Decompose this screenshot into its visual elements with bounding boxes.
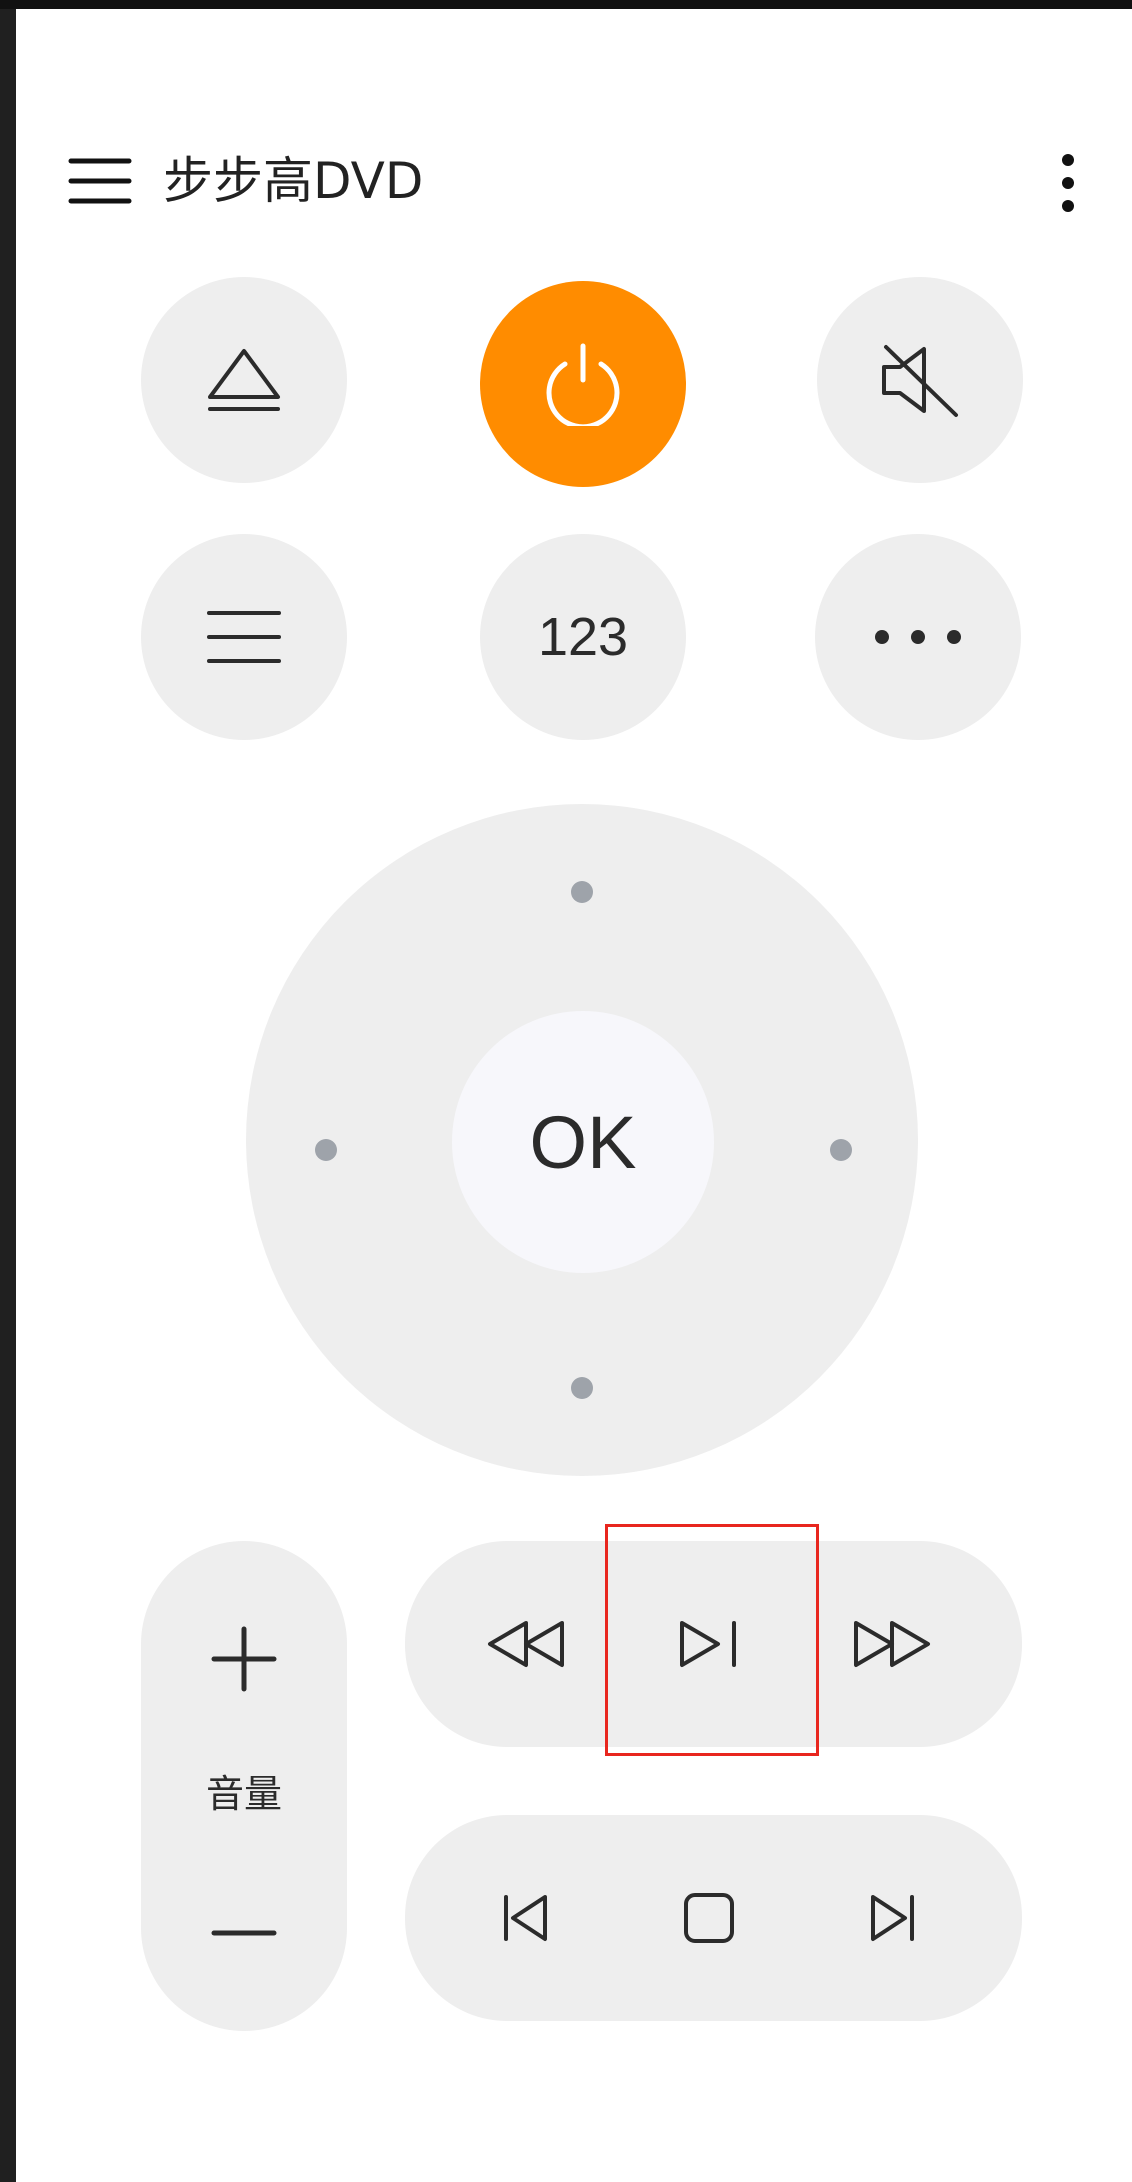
minus-icon xyxy=(211,1929,277,1937)
numbers-label: 123 xyxy=(537,607,629,667)
dpad-right-dot xyxy=(830,1139,852,1161)
volume-down-button[interactable] xyxy=(191,1883,297,1983)
menu-lines-icon xyxy=(206,609,282,665)
mute-button[interactable] xyxy=(817,277,1023,483)
play-pause-icon xyxy=(678,1619,740,1669)
device-bezel-top xyxy=(0,0,1132,9)
rewind-button[interactable] xyxy=(451,1569,601,1719)
skip-previous-icon xyxy=(501,1893,551,1943)
eject-icon xyxy=(206,345,282,415)
play-pause-button[interactable] xyxy=(634,1569,784,1719)
fast-forward-button[interactable] xyxy=(817,1569,967,1719)
numbers-button[interactable]: 123 xyxy=(480,534,686,740)
dpad-left-dot xyxy=(315,1139,337,1161)
fast-forward-icon xyxy=(852,1619,932,1669)
stop-icon xyxy=(683,1892,735,1944)
rewind-icon xyxy=(486,1619,566,1669)
dpad-up-button[interactable] xyxy=(492,819,672,969)
hamburger-menu-icon[interactable] xyxy=(68,155,132,207)
previous-button[interactable] xyxy=(451,1843,601,1993)
more-options-button[interactable] xyxy=(815,534,1021,740)
dpad-right-button[interactable] xyxy=(754,1060,904,1240)
dpad-down-button[interactable] xyxy=(492,1307,672,1457)
next-button[interactable] xyxy=(817,1843,967,1993)
power-button[interactable] xyxy=(480,281,686,487)
plus-icon xyxy=(211,1626,277,1692)
ok-button[interactable]: OK xyxy=(452,1011,714,1273)
menu-button[interactable] xyxy=(141,534,347,740)
stop-button[interactable] xyxy=(634,1843,784,1993)
more-vert-icon[interactable] xyxy=(1056,152,1080,214)
power-icon xyxy=(543,342,623,426)
page-title: 步步高DVD xyxy=(163,152,424,210)
remote-screen: 步步高DVD 123 OK 音量 xyxy=(16,9,1132,2182)
more-horiz-icon xyxy=(874,629,962,645)
dpad-up-dot xyxy=(571,881,593,903)
dpad-left-button[interactable] xyxy=(261,1060,411,1240)
dpad-down-dot xyxy=(571,1377,593,1399)
eject-button[interactable] xyxy=(141,277,347,483)
volume-label: 音量 xyxy=(205,1772,282,1816)
volume-up-button[interactable] xyxy=(191,1609,297,1709)
volume-mute-icon xyxy=(878,341,962,419)
ok-label: OK xyxy=(529,1100,637,1184)
skip-next-icon xyxy=(867,1893,917,1943)
device-bezel-left xyxy=(0,0,16,2182)
